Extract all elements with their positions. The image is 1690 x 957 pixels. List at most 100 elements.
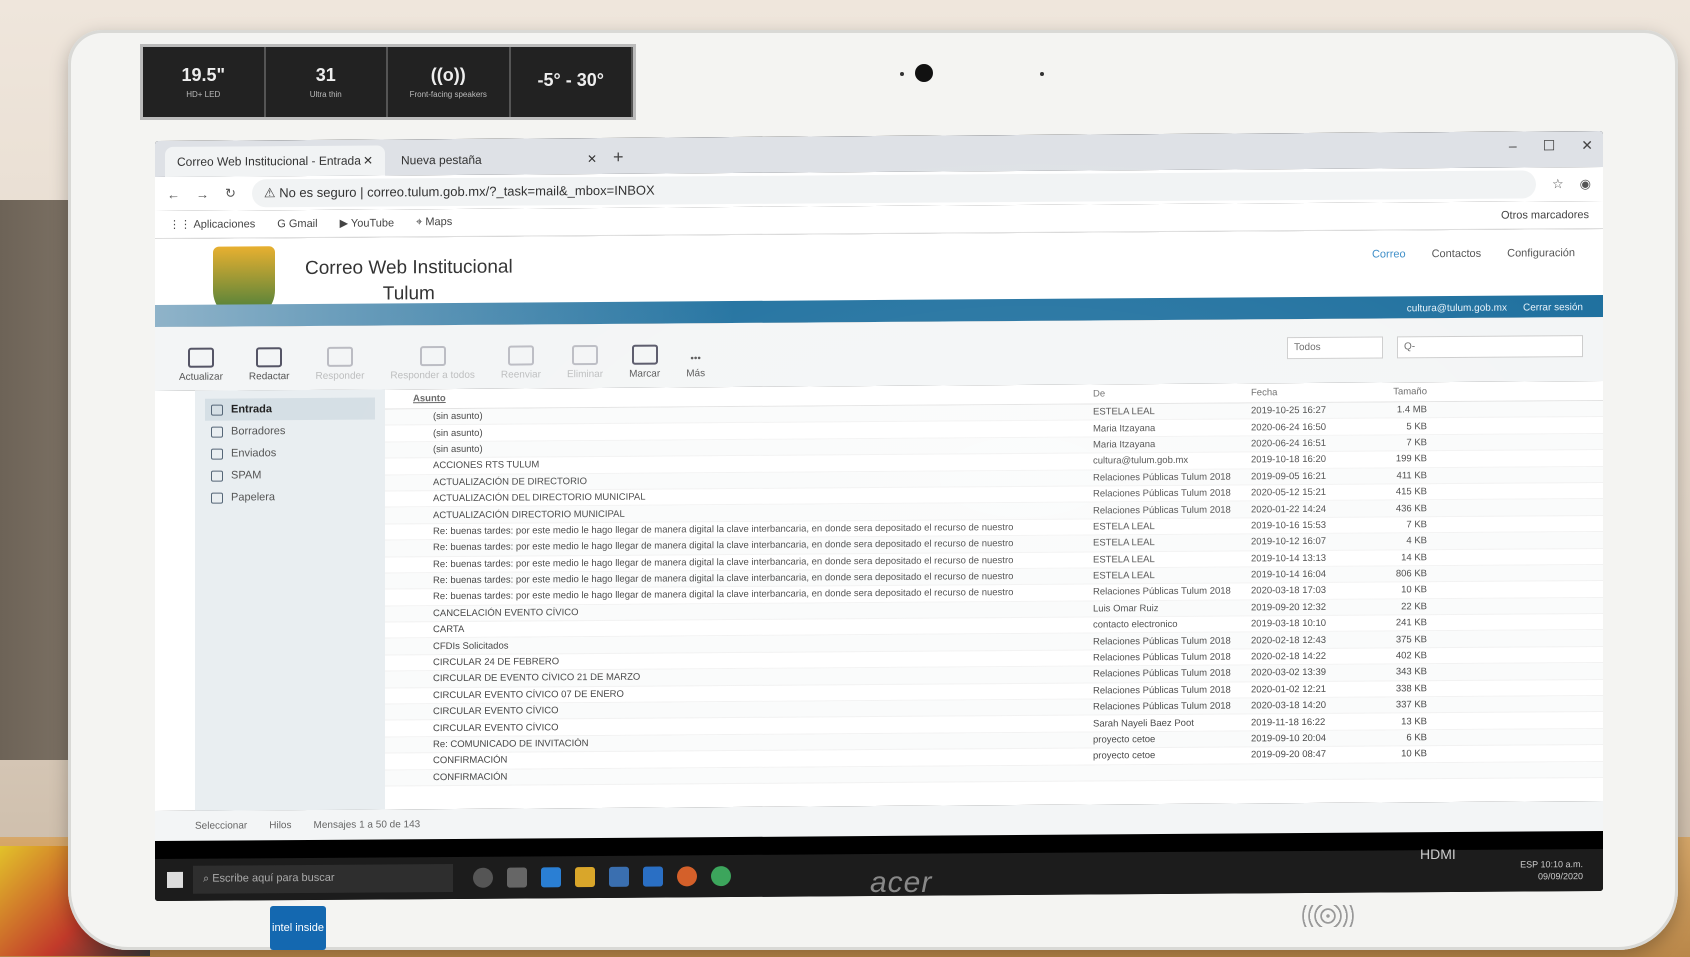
message-date: 2020-01-02 12:21 [1251, 683, 1327, 696]
new-tab-icon[interactable]: + [613, 147, 624, 174]
bookmark-apps[interactable]: ⋮⋮ Aplicaciones [169, 217, 255, 231]
bookmark-maps[interactable]: ⌖ Maps [416, 216, 452, 229]
message-subject: CIRCULAR EVENTO CÍVICO [433, 705, 559, 718]
message-from: Relaciones Públicas Tulum 2018 [1093, 684, 1231, 697]
message-size: 241 KB [1395, 617, 1427, 629]
browser-tab[interactable]: Nueva pestaña ✕ [389, 144, 609, 176]
message-size: 375 KB [1395, 633, 1427, 646]
delete-button[interactable]: Eliminar [567, 344, 603, 380]
windows-start-icon[interactable] [167, 871, 183, 888]
star-icon[interactable]: ☆ [1552, 176, 1564, 192]
message-date: 2019-10-14 13:13 [1251, 552, 1327, 565]
folder-inbox[interactable]: Entrada [205, 397, 375, 421]
message-subject: CARTA [433, 624, 465, 636]
size-column-header[interactable]: Tamaño [1367, 386, 1427, 397]
refresh-button[interactable]: Actualizar [179, 347, 223, 383]
taskbar-search[interactable]: ⌕ Escribe aquí para buscar [193, 863, 453, 894]
inbox-icon [211, 404, 223, 416]
store-icon[interactable] [609, 866, 629, 887]
bookmark-youtube[interactable]: ▶ YouTube [340, 216, 395, 229]
app-title: Correo Web Institucional Tulum [305, 256, 513, 305]
folder-spam[interactable]: SPAM [205, 464, 375, 487]
message-date: 2019-10-16 15:53 [1251, 519, 1327, 532]
message-count: Mensajes 1 a 50 de 143 [313, 818, 421, 831]
chrome-icon[interactable] [711, 866, 731, 887]
message-subject: CIRCULAR EVENTO CÍVICO [433, 721, 559, 734]
user-email: cultura@tulum.gob.mx [1406, 302, 1507, 315]
date-column-header[interactable]: Fecha [1251, 387, 1367, 398]
task-view-icon[interactable] [507, 867, 527, 888]
message-date: 2019-11-18 16:22 [1251, 716, 1326, 729]
more-button[interactable]: ••• Más [686, 353, 705, 379]
message-date: 2019-10-25 16:27 [1251, 405, 1327, 417]
logout-link[interactable]: Cerrar sesión [1523, 302, 1583, 313]
message-size: 411 KB [1396, 469, 1427, 482]
message-from: proyecto cetoe [1093, 750, 1156, 762]
mail-body: Entrada Borradores Enviados SPAM Papeler… [155, 380, 1603, 812]
bookmark-gmail[interactable]: G Gmail [277, 217, 317, 229]
close-icon[interactable]: ✕ [363, 154, 373, 168]
message-from: Relaciones Públicas Tulum 2018 [1093, 635, 1231, 648]
forward-icon[interactable]: → [196, 186, 209, 201]
message-size: 337 KB [1395, 699, 1427, 711]
back-icon[interactable]: ← [167, 186, 180, 201]
message-date [1251, 771, 1367, 772]
message-date: 2019-03-18 10:10 [1251, 618, 1327, 630]
explorer-icon[interactable] [575, 866, 595, 888]
message-subject: ACTUALIZACIÓN DEL DIRECTORIO MUNICIPAL [433, 491, 646, 505]
threads-dropdown[interactable]: Hilos [269, 820, 291, 831]
spec-speakers: ((o)) Front-facing speakers [388, 47, 511, 117]
reload-icon[interactable]: ↻ [225, 185, 236, 201]
search-input[interactable]: Q- [1397, 335, 1583, 359]
profile-icon[interactable]: ◉ [1580, 176, 1591, 192]
message-from: Relaciones Públicas Tulum 2018 [1093, 586, 1231, 598]
mail-icon[interactable] [643, 866, 663, 887]
message-date: 2019-09-20 12:32 [1251, 601, 1327, 614]
message-subject: CANCELACIÓN EVENTO CÍVICO [433, 606, 579, 619]
message-from: Relaciones Públicas Tulum 2018 [1093, 651, 1231, 664]
message-size: 22 KB [1401, 601, 1427, 613]
other-bookmarks[interactable]: Otros marcadores [1501, 209, 1589, 222]
taskbar-apps [473, 866, 731, 888]
folder-sent[interactable]: Enviados [205, 442, 375, 465]
browser-tab[interactable]: Correo Web Institucional - Entrada ✕ [165, 145, 385, 177]
close-window-icon[interactable]: ✕ [1581, 137, 1593, 154]
reply-button[interactable]: Responder [315, 346, 364, 382]
minimize-icon[interactable]: – [1509, 138, 1517, 155]
reply-all-button[interactable]: Responder a todos [390, 346, 475, 381]
mark-button[interactable]: Marcar [629, 344, 660, 380]
message-size: 806 KB [1395, 568, 1427, 580]
message-subject: Re: buenas tardes: por este medio le hag… [433, 587, 1014, 603]
forward-mail-icon [507, 345, 534, 366]
message-from: Maria Itzayana [1093, 422, 1156, 435]
nav-contacts[interactable]: Contactos [1432, 248, 1482, 260]
message-from: proyecto cetoe [1093, 734, 1156, 746]
select-dropdown[interactable]: Seleccionar [195, 820, 247, 831]
message-from: Relaciones Públicas Tulum 2018 [1093, 487, 1231, 500]
system-tray[interactable]: ESP 10:10 a.m. 09/09/2020 [1520, 858, 1583, 882]
message-size: 338 KB [1395, 683, 1427, 695]
folder-trash[interactable]: Papelera [205, 486, 375, 509]
nav-settings[interactable]: Configuración [1507, 247, 1575, 259]
close-icon[interactable]: ✕ [587, 152, 597, 166]
from-column-header[interactable]: De [1093, 387, 1251, 399]
forward-button[interactable]: Reenviar [501, 345, 541, 381]
message-subject: ACTUALIZACIÓN DIRECTORIO MUNICIPAL [433, 508, 625, 521]
nav-mail[interactable]: Correo [1372, 248, 1406, 260]
message-subject: CIRCULAR 24 DE FEBRERO [433, 656, 560, 669]
message-subject: CONFIRMACIÓN [433, 754, 508, 767]
compose-button[interactable]: Redactar [249, 347, 289, 382]
firefox-icon[interactable] [677, 866, 697, 887]
message-date: 2019-10-12 16:07 [1251, 536, 1327, 548]
maximize-icon[interactable]: ☐ [1543, 137, 1556, 154]
cortana-icon[interactable] [473, 867, 493, 888]
message-from: Sarah Nayeli Baez Poot [1093, 717, 1194, 730]
message-subject: ACCIONES RTS TULUM [433, 459, 540, 472]
filter-select[interactable]: Todos [1287, 336, 1383, 360]
message-size: 10 KB [1401, 584, 1427, 596]
message-size: 7 KB [1406, 519, 1427, 531]
folder-drafts[interactable]: Borradores [205, 420, 375, 443]
edge-icon[interactable] [541, 867, 561, 888]
message-subject: (sin asunto) [433, 427, 483, 439]
subject-column-header[interactable]: Asunto [393, 389, 1093, 405]
